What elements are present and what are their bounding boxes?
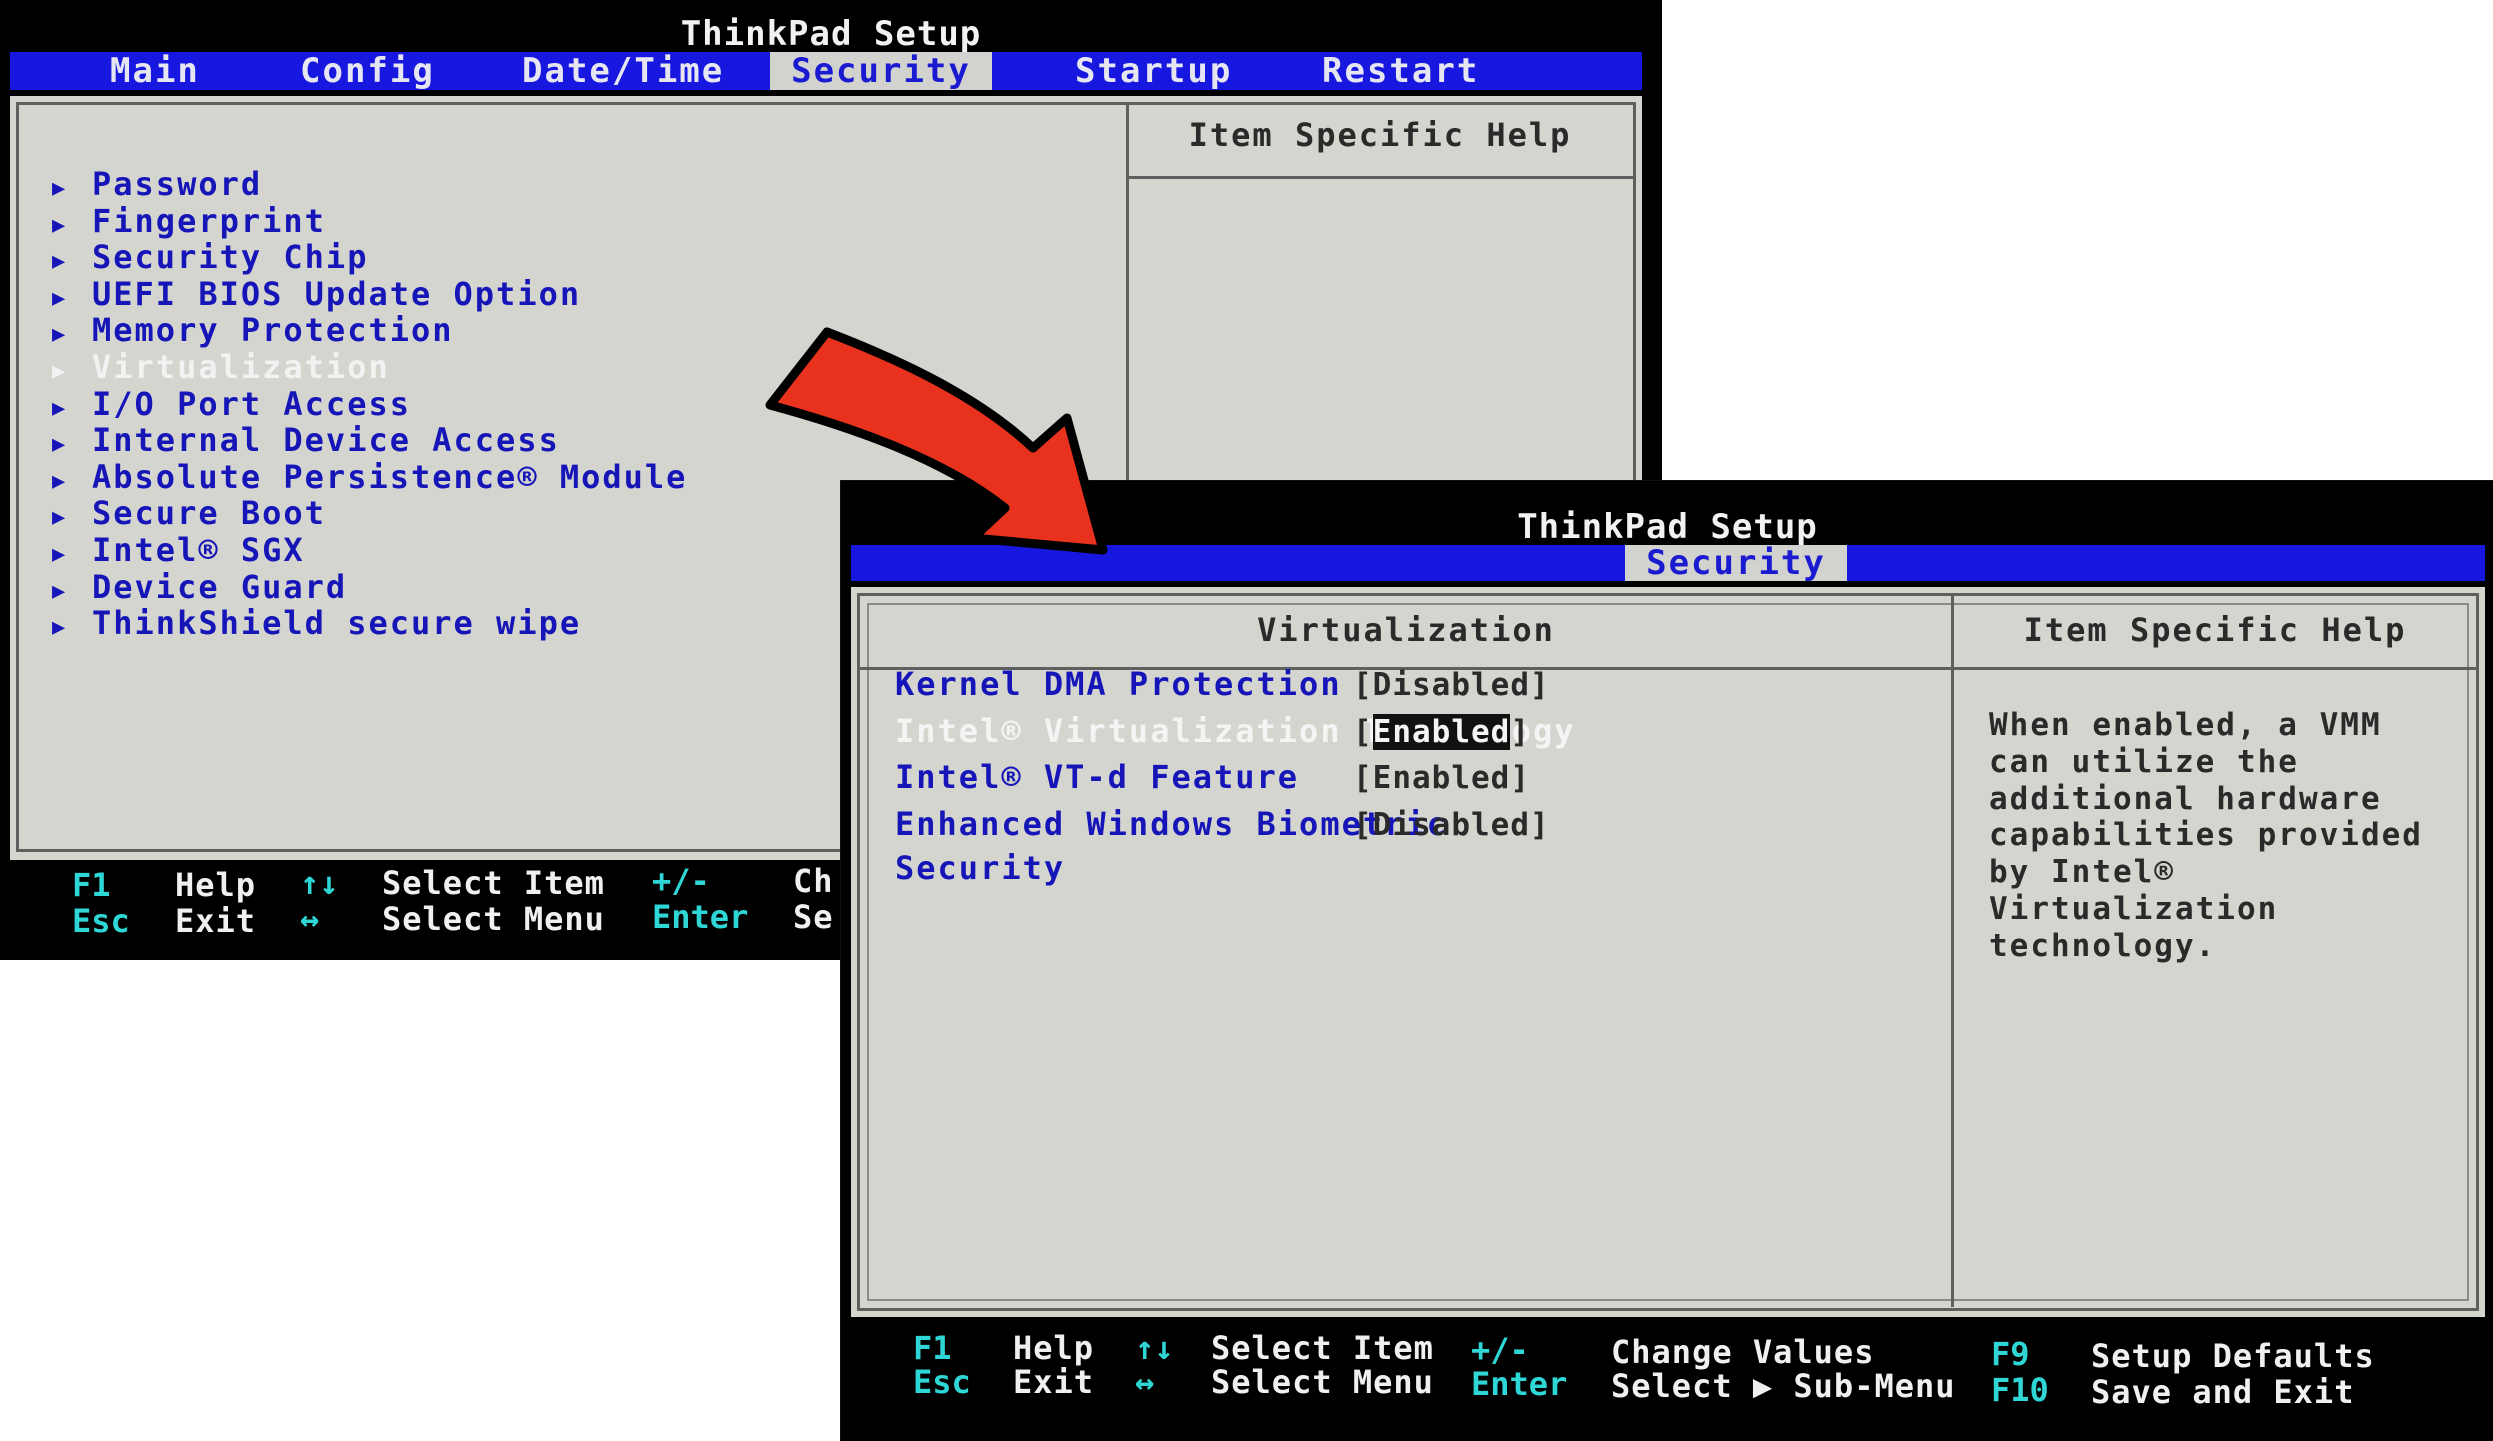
setting-value-field[interactable]: [Disabled] xyxy=(1353,667,1550,703)
menu-item-label: UEFI BIOS Update Option xyxy=(92,274,582,313)
setting-value-field[interactable]: [Enabled] xyxy=(1353,760,1530,796)
menu-item-password[interactable]: ▶ Password xyxy=(52,166,687,203)
menu-item-fingerprint[interactable]: ▶ Fingerprint xyxy=(52,201,687,240)
menu-item-label: Secure Boot xyxy=(92,494,326,533)
submenu-heading: Virtualization xyxy=(1257,611,1555,649)
red-arrow-icon xyxy=(765,327,1108,555)
f10-key: F10 xyxy=(1991,1371,2049,1409)
submenu-arrow-icon: ▶ xyxy=(52,615,68,641)
tab-startup[interactable]: Startup xyxy=(1075,52,1232,90)
menu-item-label: Security Chip xyxy=(92,238,369,277)
f10-desc: Save and Exit xyxy=(2091,1373,2355,1411)
leftright-desc: Select Menu xyxy=(1211,1363,1434,1401)
main-panel: Virtualization Item Specific Help Kernel… xyxy=(851,587,2485,1317)
plusminus-key: +/- xyxy=(1471,1331,1529,1369)
menu-item-virtualization[interactable]: ▶ Virtualization xyxy=(52,349,687,386)
leftright-arrow-icon: ↔ xyxy=(1135,1363,1155,1401)
tab-config[interactable]: Config xyxy=(300,52,435,90)
tab-security[interactable]: Security xyxy=(1625,545,1847,581)
bracket: ] xyxy=(1510,713,1530,750)
menu-item-label: Memory Protection xyxy=(92,311,454,350)
plusminus-desc: Change Values xyxy=(1611,1333,1875,1371)
updown-arrow-icon: ↑↓ xyxy=(300,864,339,902)
bracket: [ xyxy=(1353,667,1373,703)
menu-item-label: Device Guard xyxy=(92,567,348,606)
bracket: ] xyxy=(1510,760,1530,796)
enter-desc: Select ▶ Sub-Menu xyxy=(1611,1367,1956,1405)
updown-desc: Select Item xyxy=(1211,1329,1434,1367)
setup-title: ThinkPad Setup xyxy=(680,14,982,54)
f9-desc: Setup Defaults xyxy=(2091,1337,2375,1375)
select-desc-partial: Se xyxy=(793,898,834,936)
updown-desc: Select Item xyxy=(382,864,605,902)
menu-item-intel-sgx[interactable]: ▶ Intel® SGX xyxy=(52,532,687,569)
bracket: ] xyxy=(1529,667,1550,703)
menu-item-device-guard[interactable]: ▶ Device Guard xyxy=(52,567,687,606)
bios-screen-virtualization: ThinkPad Setup Security Virtualization I… xyxy=(840,480,2493,1441)
f9-key: F9 xyxy=(1991,1335,2030,1373)
menu-item-label: ThinkShield secure wipe xyxy=(92,604,582,643)
setting-value: Enabled xyxy=(1372,713,1511,750)
bracket: [ xyxy=(1353,713,1373,750)
setting-intel-vt-d-feature[interactable]: Intel® VT-d Feature xyxy=(895,758,1299,796)
esc-desc: Exit xyxy=(1013,1363,1095,1401)
menu-item-label: Virtualization xyxy=(92,347,390,386)
setting-label-continuation[interactable]: Security xyxy=(895,849,1065,887)
menu-item-internal-device-access[interactable]: ▶ Internal Device Access xyxy=(52,422,687,459)
setting-value: Enabled xyxy=(1372,760,1511,796)
help-heading: Item Specific Help xyxy=(2023,611,2407,649)
leftright-arrow-icon: ↔ xyxy=(300,900,320,938)
f1-desc: Help xyxy=(175,866,257,904)
menu-item-secure-boot[interactable]: ▶ Secure Boot xyxy=(52,495,687,532)
help-heading: Item Specific Help xyxy=(1188,116,1572,154)
tab-main[interactable]: Main xyxy=(110,52,200,90)
panel-divider xyxy=(1951,595,1954,1307)
f1-key: F1 xyxy=(72,866,111,904)
tab-restart[interactable]: Restart xyxy=(1322,52,1479,90)
menu-item-label: Internal Device Access xyxy=(92,421,560,460)
tab-security[interactable]: Security xyxy=(770,52,992,90)
menu-item-thinkshield-secure-wipe[interactable]: ▶ ThinkShield secure wipe xyxy=(52,605,687,642)
enter-key: Enter xyxy=(1471,1365,1568,1403)
leftright-desc: Select Menu xyxy=(382,900,605,938)
f1-desc: Help xyxy=(1013,1329,1095,1367)
setting-kernel-dma-protection[interactable]: Kernel DMA Protection xyxy=(895,665,1342,703)
change-desc-partial: Ch xyxy=(793,862,834,900)
menu-item-memory-protection[interactable]: ▶ Memory Protection xyxy=(52,312,687,349)
tab-datetime[interactable]: Date/Time xyxy=(522,52,724,90)
menu-item-label: Intel® SGX xyxy=(92,530,305,569)
bracket: ] xyxy=(1529,806,1550,843)
esc-desc: Exit xyxy=(175,902,257,940)
key-legend: F1 Help Esc Exit ↑↓ Select Item ↔ Select… xyxy=(841,1317,2493,1441)
menu-item-label: Absolute Persistence® Module xyxy=(92,457,688,496)
menu-item-label: I/O Port Access xyxy=(92,384,411,423)
menu-item-label: Fingerprint xyxy=(92,201,326,240)
security-menu-list: ▶ Password ▶ Fingerprint ▶ Security Chip ▶ UEFI… xyxy=(52,166,687,642)
setting-value: Disabled xyxy=(1372,806,1530,843)
plusminus-key: +/- xyxy=(652,862,710,900)
help-divider xyxy=(1128,176,1634,179)
help-text: When enabled, a VMM can utilize the addi… xyxy=(1989,707,2423,964)
menu-item-uefi-bios-update-option[interactable]: ▶ UEFI BIOS Update Option xyxy=(52,274,687,313)
menu-item-absolute-persistence-module[interactable]: ▶ Absolute Persistence® Module xyxy=(52,457,688,496)
esc-key: Esc xyxy=(913,1363,971,1401)
setting-value-field[interactable]: [Enabled] xyxy=(1353,713,1530,750)
f1-key: F1 xyxy=(913,1329,952,1367)
bracket: [ xyxy=(1353,760,1373,796)
updown-arrow-icon: ↑↓ xyxy=(1135,1329,1174,1367)
menu-bar: Main Config Date/Time Security Startup Restar… xyxy=(10,52,1642,90)
setting-value-field[interactable]: [Disabled] xyxy=(1353,807,1550,843)
menu-item-i-o-port-access[interactable]: ▶ I/O Port Access xyxy=(52,384,687,423)
menu-item-security-chip[interactable]: ▶ Security Chip xyxy=(52,239,687,276)
enter-key: Enter xyxy=(652,898,749,936)
esc-key: Esc xyxy=(72,902,130,940)
bracket: [ xyxy=(1353,806,1373,843)
menu-item-label: Password xyxy=(92,165,263,203)
setting-value: Disabled xyxy=(1372,667,1530,703)
